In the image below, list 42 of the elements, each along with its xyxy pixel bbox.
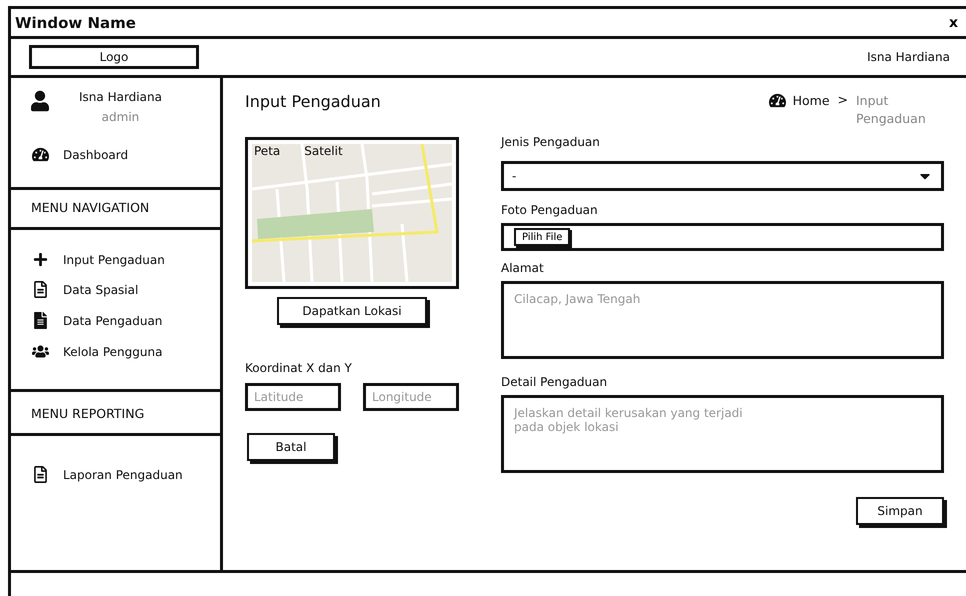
gauge-icon bbox=[31, 146, 49, 163]
cancel-button[interactable]: Batal bbox=[247, 433, 335, 461]
dashboard-link[interactable]: Dashboard bbox=[31, 146, 220, 163]
menu-item[interactable]: Data Pengaduan bbox=[31, 312, 220, 329]
user-name: Isna Hardiana bbox=[79, 90, 162, 104]
address-field[interactable]: Cilacap, Jawa Tengah bbox=[501, 281, 944, 359]
users-icon bbox=[31, 343, 49, 360]
field-label: Alamat bbox=[501, 261, 545, 275]
window-title: Window Name bbox=[15, 14, 136, 32]
save-button[interactable]: Simpan bbox=[856, 497, 944, 525]
menu-item[interactable]: Kelola Pengguna bbox=[31, 343, 220, 360]
close-button[interactable]: x bbox=[946, 14, 960, 30]
field-label: Foto Pengaduan bbox=[501, 203, 599, 217]
person-icon bbox=[31, 90, 49, 112]
field-label: Koordinat X dan Y bbox=[245, 361, 353, 375]
longitude-field[interactable]: Longitude bbox=[363, 383, 459, 411]
choose-file-button[interactable]: Pilih File bbox=[514, 228, 570, 246]
logo: Logo bbox=[29, 45, 199, 69]
menu-item[interactable]: Input Pengaduan bbox=[31, 252, 220, 267]
user-role: admin bbox=[102, 110, 140, 124]
document-icon bbox=[31, 466, 49, 483]
section-title: MENU REPORTING bbox=[31, 406, 146, 421]
map-tab[interactable]: Satelit bbox=[304, 144, 343, 158]
document-icon bbox=[31, 312, 49, 329]
user-name: Isna Hardiana bbox=[867, 50, 950, 64]
breadcrumb-link[interactable]: Home bbox=[768, 92, 830, 109]
gauge-icon bbox=[768, 92, 787, 109]
type-dropdown[interactable]: - bbox=[501, 161, 944, 191]
document-icon bbox=[31, 281, 49, 298]
menu-item[interactable]: Data Spasial bbox=[31, 281, 220, 298]
page-title: Input Pengaduan bbox=[245, 92, 381, 111]
field-label: Jenis Pengaduan bbox=[501, 135, 601, 149]
breadcrumb-separator: > bbox=[838, 92, 848, 107]
get-location-button[interactable]: Dapatkan Lokasi bbox=[277, 297, 427, 325]
menu-item[interactable]: Laporan Pengaduan bbox=[31, 466, 220, 483]
field-label: Detail Pengaduan bbox=[501, 375, 608, 389]
detail-field[interactable]: Jelaskan detail kerusakan yang terjadi pada objek lokasi bbox=[501, 395, 944, 473]
map-tab[interactable]: Peta bbox=[254, 144, 280, 158]
plus-icon bbox=[31, 252, 49, 267]
latitude-field[interactable]: Latitude bbox=[245, 383, 341, 411]
section-title: MENU NAVIGATION bbox=[31, 200, 150, 215]
breadcrumb-current: Input Pengaduan bbox=[856, 92, 927, 127]
